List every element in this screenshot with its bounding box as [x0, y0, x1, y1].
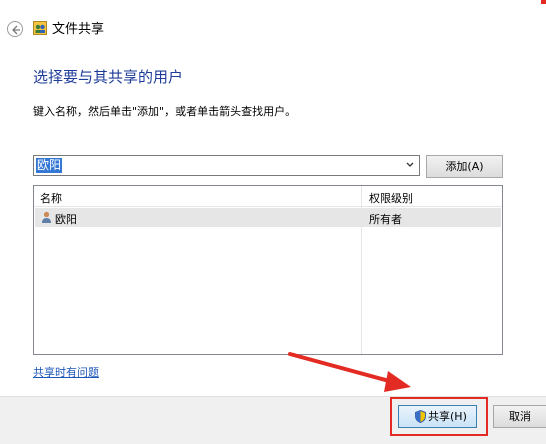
- page-heading: 选择要与其共享的用户: [33, 68, 184, 86]
- back-button[interactable]: [7, 21, 23, 37]
- share-button[interactable]: 共享(H): [398, 405, 477, 428]
- file-share-icon: [33, 21, 47, 35]
- back-arrow-icon: [12, 25, 20, 35]
- column-header-permission[interactable]: 权限级别: [369, 190, 413, 206]
- sharing-help-link[interactable]: 共享时有问题: [33, 364, 99, 380]
- window-title: 文件共享: [52, 22, 105, 37]
- shield-icon: [415, 410, 426, 423]
- chevron-down-icon[interactable]: [406, 162, 414, 168]
- row-user-name: 欧阳: [55, 213, 77, 226]
- title-bar: 文件共享: [0, 0, 546, 50]
- add-button[interactable]: 添加(A): [426, 155, 503, 178]
- user-permission-list[interactable]: 名称 权限级别 欧阳 所有者: [33, 185, 503, 355]
- cancel-button[interactable]: 取消: [493, 405, 546, 428]
- share-button-label: 共享(H): [428, 410, 467, 423]
- user-name-input[interactable]: 欧阳: [36, 158, 63, 173]
- column-header-name[interactable]: 名称: [40, 190, 62, 206]
- table-row[interactable]: 欧阳 所有者: [35, 208, 501, 227]
- instruction-text: 键入名称，然后单击"添加"，或者单击箭头查找用户。: [33, 105, 297, 118]
- list-header: 名称 权限级别: [34, 186, 502, 207]
- window-edge-accent: [541, 0, 546, 4]
- row-permission-level[interactable]: 所有者: [369, 211, 402, 227]
- user-name-combobox[interactable]: 欧阳: [33, 155, 420, 176]
- user-icon: [42, 211, 51, 223]
